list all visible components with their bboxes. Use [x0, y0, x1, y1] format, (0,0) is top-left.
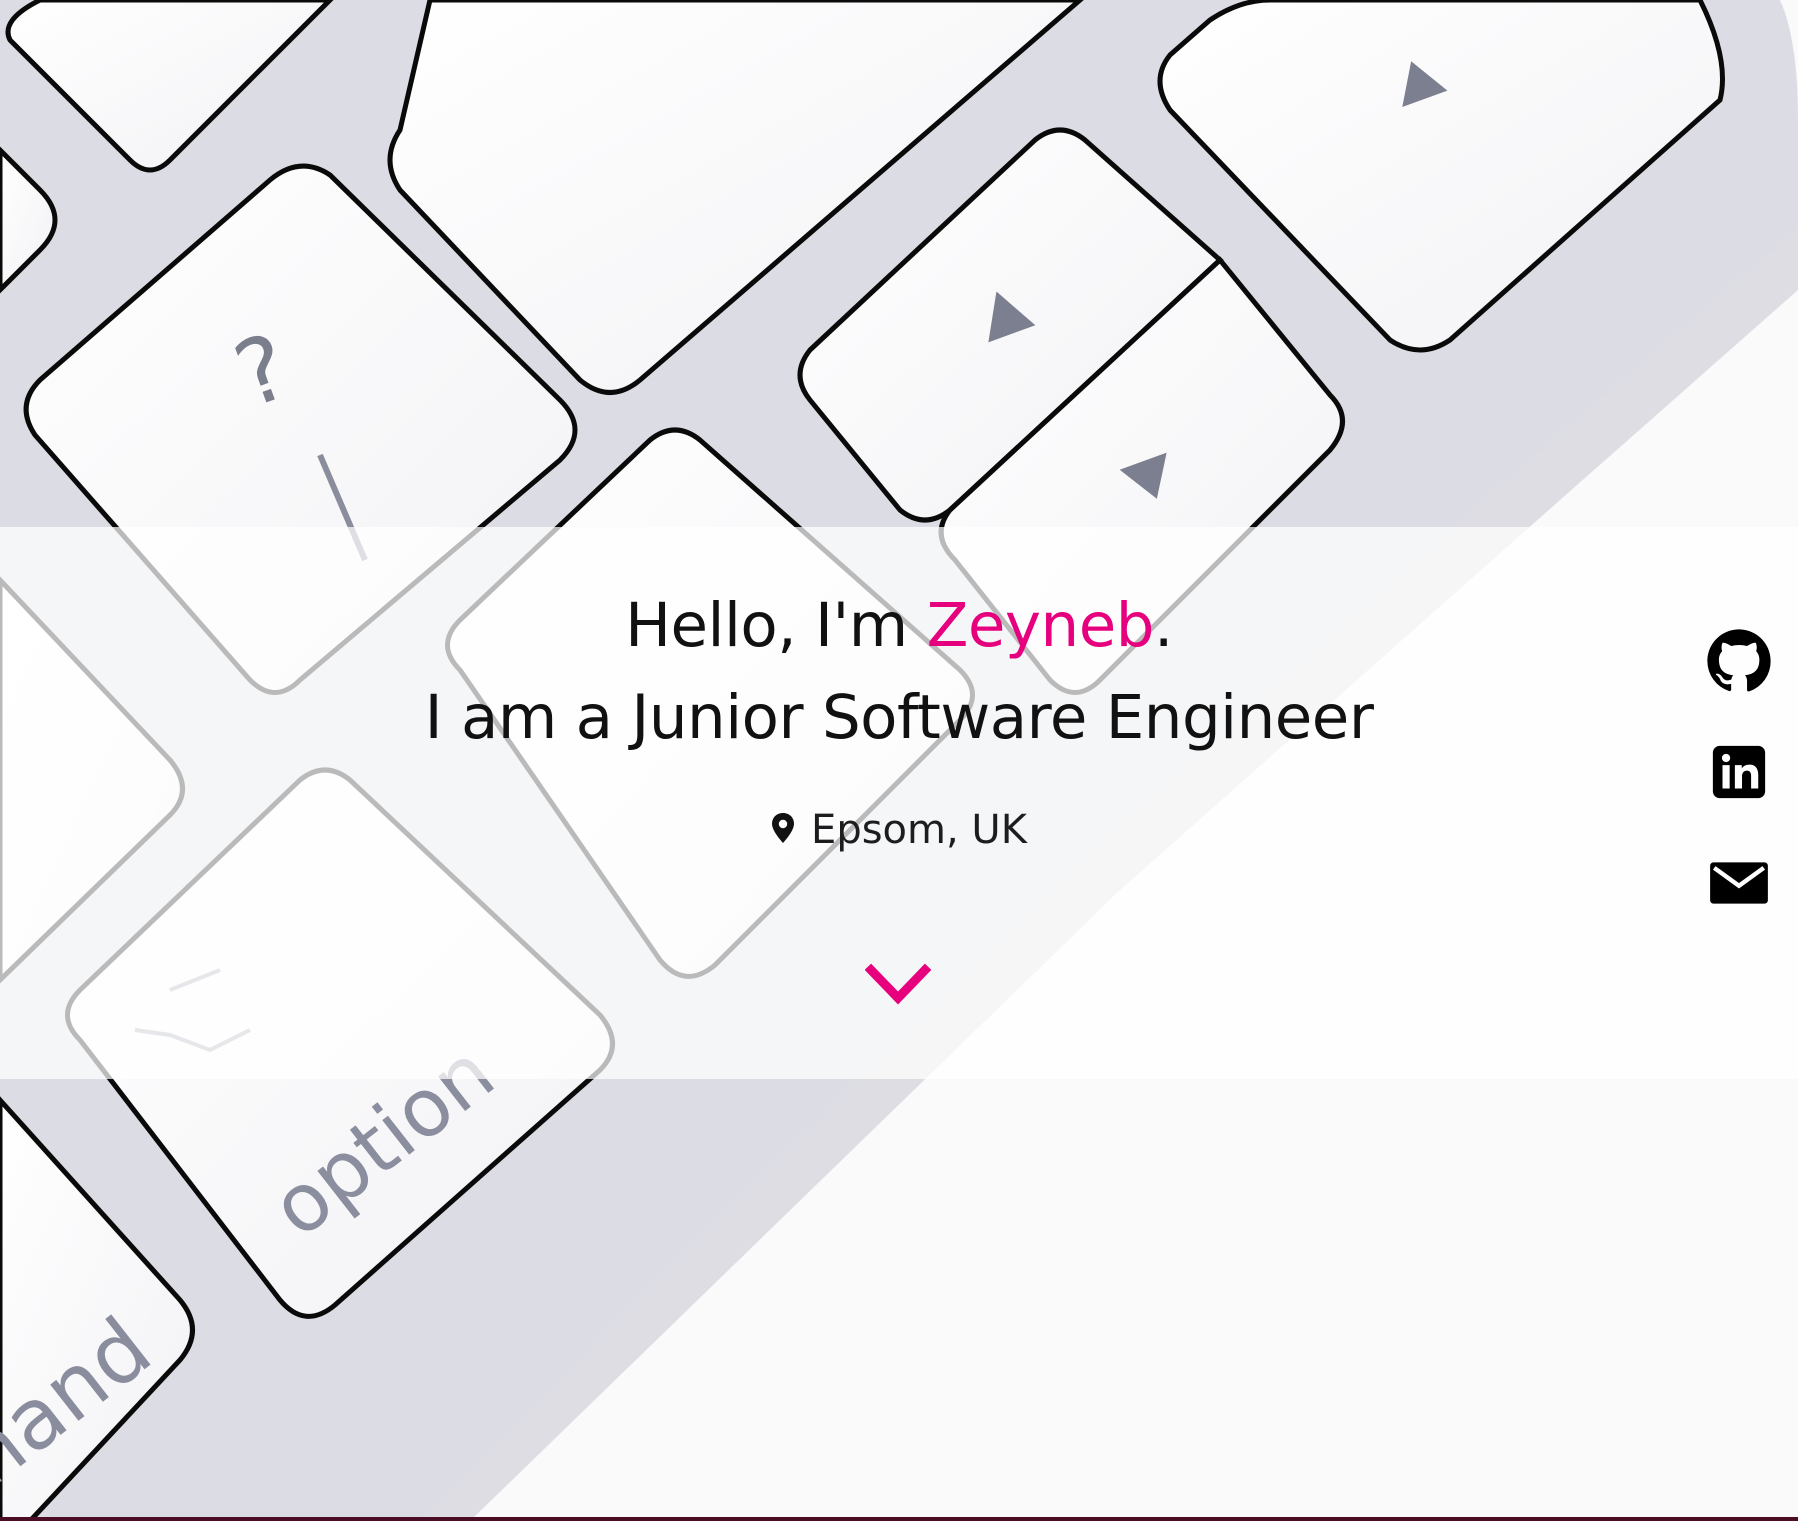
linkedin-link[interactable]: [1706, 739, 1772, 805]
email-link[interactable]: [1706, 850, 1772, 916]
name-highlight: Zeyneb: [926, 590, 1155, 661]
intro-heading: Hello, I'm Zeyneb. I am a Junior Softwar…: [0, 580, 1798, 764]
greeting-line: Hello, I'm Zeyneb.: [0, 580, 1798, 672]
chevron-down-icon[interactable]: [865, 962, 931, 1006]
location-text: Epsom, UK: [811, 807, 1027, 853]
greeting-suffix: .: [1153, 590, 1173, 661]
social-links: [1706, 628, 1772, 961]
greeting-prefix: Hello, I'm: [625, 590, 927, 661]
linkedin-icon: [1712, 745, 1766, 799]
hero-section: ? option nand Hello, I'm Zeyneb. I am a …: [0, 0, 1798, 1521]
map-pin-icon: [772, 813, 795, 843]
location: Epsom, UK: [0, 804, 1798, 856]
section-divider: [0, 1517, 1798, 1521]
github-icon: [1707, 629, 1771, 692]
role-line: I am a Junior Software Engineer: [424, 682, 1374, 753]
email-icon: [1710, 862, 1768, 904]
github-link[interactable]: [1706, 628, 1772, 694]
